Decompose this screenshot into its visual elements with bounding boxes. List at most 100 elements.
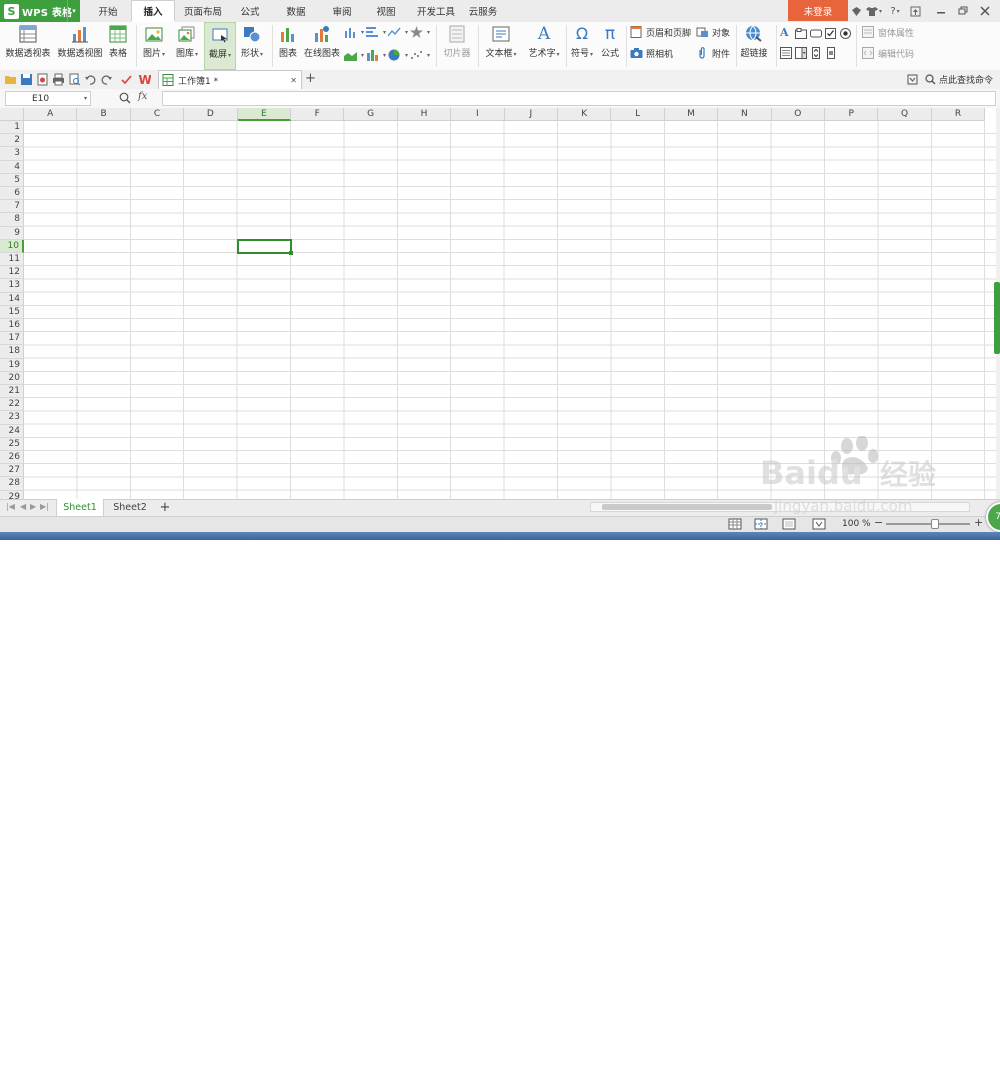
output-pdf-icon[interactable] bbox=[36, 73, 49, 86]
prev-sheet-icon[interactable]: ◀ bbox=[20, 502, 26, 511]
column-header[interactable]: E bbox=[237, 108, 291, 121]
shapes-button[interactable]: 形状▾ bbox=[238, 22, 266, 70]
chart-button[interactable]: 图表 bbox=[276, 22, 300, 70]
radio-control-button[interactable] bbox=[840, 26, 852, 40]
select-all-corner[interactable] bbox=[0, 108, 24, 121]
area-chart-dropdown[interactable]: ▾ bbox=[344, 48, 364, 62]
row-header[interactable]: 12 bbox=[0, 266, 24, 280]
sheet-tab-sheet1[interactable]: Sheet1 bbox=[56, 499, 104, 516]
collapse-ribbon-icon[interactable] bbox=[906, 73, 919, 86]
normal-view-icon[interactable] bbox=[728, 518, 742, 530]
customize-check-icon[interactable] bbox=[120, 73, 133, 86]
row-header[interactable]: 24 bbox=[0, 424, 24, 438]
help-icon[interactable]: ? ▾ bbox=[886, 3, 904, 19]
row-header[interactable]: 28 bbox=[0, 477, 24, 491]
groupbox-control-button[interactable] bbox=[795, 26, 807, 40]
row-header[interactable]: 8 bbox=[0, 213, 24, 227]
stock-chart-dropdown[interactable]: ▾ bbox=[366, 48, 386, 62]
zoom-level[interactable]: 100 % bbox=[842, 517, 871, 531]
cell-area[interactable] bbox=[24, 121, 996, 499]
online-chart-button[interactable]: 在线图表 bbox=[302, 22, 342, 70]
column-header[interactable]: I bbox=[451, 108, 505, 121]
fx-button[interactable]: fx bbox=[138, 91, 147, 102]
taskbar-item[interactable] bbox=[564, 1065, 674, 1072]
zoom-slider-knob[interactable] bbox=[931, 519, 939, 529]
vertical-scroll-thumb[interactable] bbox=[994, 282, 1000, 354]
tab-view[interactable]: 视图 bbox=[368, 0, 404, 22]
add-sheet-button[interactable]: + bbox=[156, 499, 174, 516]
symbol-button[interactable]: Ω 符号▾ bbox=[568, 22, 596, 70]
combobox-control-button[interactable] bbox=[795, 46, 807, 60]
taskbar-item[interactable] bbox=[328, 1065, 438, 1072]
column-header[interactable]: H bbox=[397, 108, 452, 121]
wordart-button[interactable]: A 艺术字▾ bbox=[524, 22, 564, 70]
tab-data[interactable]: 数据 bbox=[278, 0, 314, 22]
taskbar-item[interactable] bbox=[446, 1065, 556, 1072]
wps-w-icon[interactable]: W bbox=[138, 73, 152, 86]
minimize-icon[interactable] bbox=[934, 3, 948, 19]
attachment-button[interactable]: 附件 bbox=[696, 46, 730, 60]
last-sheet-icon[interactable]: ▶| bbox=[40, 502, 49, 511]
zoom-lens-icon[interactable] bbox=[119, 92, 131, 104]
row-header[interactable]: 3 bbox=[0, 147, 24, 161]
zoom-out-button[interactable]: − bbox=[874, 516, 883, 529]
row-header[interactable]: 25 bbox=[0, 437, 24, 451]
spreadsheet-grid[interactable]: ABCDEFGHIJKLMNOPQR 1 2 3 4 5 6 7 8 9 10 11 12 13 14 15… bbox=[0, 108, 996, 499]
column-chart-dropdown[interactable]: ▾ bbox=[344, 25, 364, 39]
row-header[interactable]: 23 bbox=[0, 411, 24, 425]
pivot-table-button[interactable]: 数据透视表 bbox=[4, 22, 52, 70]
pie-chart-dropdown[interactable]: ▾ bbox=[388, 48, 408, 62]
row-header[interactable]: 17 bbox=[0, 332, 24, 346]
formula-input[interactable] bbox=[162, 91, 996, 106]
zoom-in-button[interactable]: + bbox=[974, 516, 983, 529]
scrollbar-control-button[interactable] bbox=[825, 46, 837, 60]
slicer-button[interactable]: 切片器 bbox=[440, 22, 474, 70]
column-header[interactable]: D bbox=[184, 108, 238, 121]
tab-review[interactable]: 审阅 bbox=[324, 0, 360, 22]
page-layout-view-icon[interactable] bbox=[782, 518, 796, 530]
column-header[interactable]: P bbox=[825, 108, 879, 121]
row-header[interactable]: 5 bbox=[0, 173, 24, 187]
document-tab[interactable]: 工作簿1 * ✕ bbox=[158, 70, 302, 89]
tab-insert[interactable]: 插入 bbox=[131, 0, 175, 22]
taskbar-start[interactable] bbox=[4, 1065, 44, 1072]
header-footer-button[interactable]: 页眉和页脚 bbox=[630, 25, 691, 39]
next-sheet-icon[interactable]: ▶ bbox=[30, 502, 36, 511]
object-button[interactable]: 对象 bbox=[696, 25, 730, 39]
textbox-button[interactable]: 文本框▾ bbox=[482, 22, 520, 70]
row-header[interactable]: 6 bbox=[0, 187, 24, 201]
fill-handle[interactable] bbox=[288, 250, 293, 255]
tab-home[interactable]: 开始 bbox=[88, 0, 128, 22]
upload-icon[interactable] bbox=[908, 3, 922, 19]
row-header[interactable]: 1 bbox=[0, 121, 24, 135]
row-header[interactable]: 11 bbox=[0, 253, 24, 267]
row-header[interactable]: 29 bbox=[0, 490, 24, 499]
close-tab-icon[interactable]: ✕ bbox=[290, 76, 297, 85]
open-folder-icon[interactable] bbox=[4, 73, 17, 86]
other-chart-dropdown[interactable]: ▾ bbox=[410, 25, 430, 39]
skin-icon[interactable] bbox=[850, 3, 862, 19]
column-header[interactable]: G bbox=[344, 108, 398, 121]
control-properties-button[interactable]: 窗体属性 bbox=[862, 25, 914, 39]
login-button[interactable]: 未登录 bbox=[788, 0, 848, 21]
formula-button[interactable]: π 公式 bbox=[598, 22, 622, 70]
row-header[interactable]: 19 bbox=[0, 358, 24, 372]
column-header[interactable]: C bbox=[130, 108, 185, 121]
tab-page-layout[interactable]: 页面布局 bbox=[178, 0, 228, 22]
column-header[interactable]: Q bbox=[878, 108, 932, 121]
print-preview-icon[interactable] bbox=[68, 73, 81, 86]
row-header[interactable]: 27 bbox=[0, 464, 24, 478]
print-icon[interactable] bbox=[52, 73, 65, 86]
undo-icon[interactable] bbox=[84, 73, 97, 86]
listbox-control-button[interactable] bbox=[780, 46, 792, 60]
column-header[interactable]: M bbox=[664, 108, 719, 121]
column-header[interactable]: R bbox=[931, 108, 986, 121]
taskbar-item[interactable] bbox=[50, 1065, 84, 1072]
row-header[interactable]: 18 bbox=[0, 345, 24, 359]
bar-chart-dropdown[interactable]: ▾ bbox=[366, 25, 386, 39]
spinner-control-button[interactable] bbox=[810, 46, 822, 60]
screenshot-button[interactable]: 截屏▾ bbox=[204, 22, 236, 70]
row-header[interactable]: 22 bbox=[0, 398, 24, 412]
row-header[interactable]: 16 bbox=[0, 319, 24, 333]
horizontal-scroll-thumb[interactable] bbox=[602, 504, 772, 510]
